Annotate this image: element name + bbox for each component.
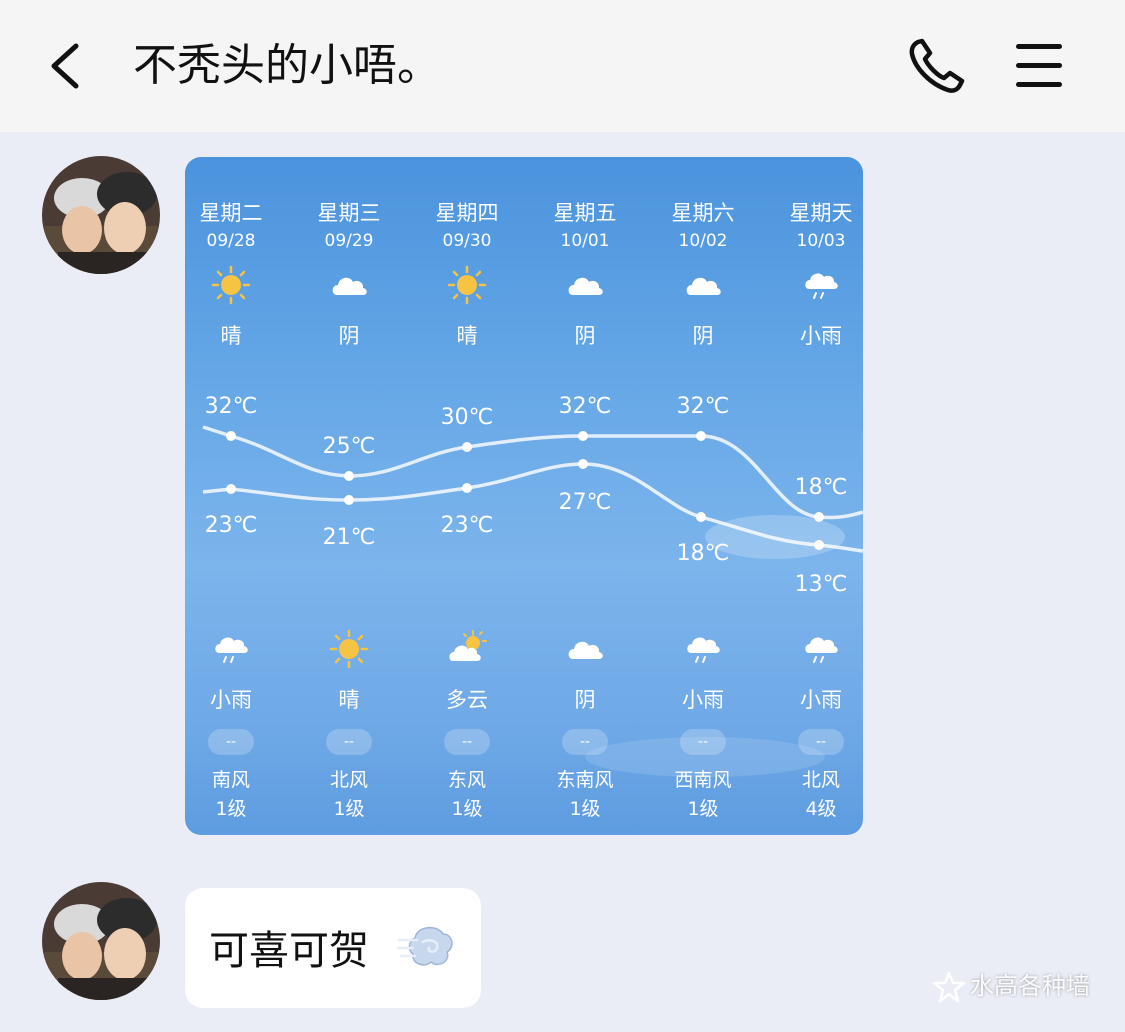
couple-avatar [42,156,160,274]
wind-level-label: 1级 [569,798,601,820]
condition-label: 小雨 [682,688,724,712]
high-temp-label: 32℃ [558,394,612,419]
wind-speed-pill: -- [444,729,490,755]
forecast-day: 星期天 10/03 小雨 18℃ 13℃ 小雨 -- 北风 4级 [762,157,863,835]
weekday-label: 星期二 [199,201,263,225]
chevron-left-icon [51,43,79,89]
date-label: 09/28 [206,231,256,251]
wind-direction-label: 西南风 [674,769,732,791]
cloud-icon [568,641,603,659]
wind-speed-pill: -- [798,729,844,755]
forecast-day: 星期六 10/02 阴 32℃ 18℃ 小雨 -- 西南风 1级 [644,157,762,835]
condition-label: 小雨 [800,324,842,348]
weekday-label: 星期六 [671,201,735,225]
partly-cloudy-icon [449,630,487,661]
condition-label: 阴 [692,324,714,348]
high-temp-label: 32℃ [676,394,730,419]
condition-label: 多云 [446,688,488,712]
wind-direction-label: 南风 [211,769,250,791]
weekday-label: 星期五 [553,201,617,225]
sun-icon [211,265,251,305]
condition-label: 晴 [456,324,478,348]
menu-button[interactable] [1010,38,1068,94]
wind-speed-pill: -- [326,729,372,755]
low-temp-label: 13℃ [794,572,848,597]
wind-level-label: 4级 [805,798,837,820]
wind-level-label: 1级 [451,798,483,820]
date-label: 10/01 [560,231,610,251]
condition-label: 晴 [338,688,360,712]
high-temp-label: 25℃ [322,434,376,459]
back-button[interactable] [38,36,94,96]
chat-title: 不秃头的小唔。 [133,40,441,91]
sun-icon [447,265,487,305]
star-logo-icon [932,971,966,1003]
condition-label: 阴 [574,324,596,348]
wind-direction-label: 东南风 [556,769,614,791]
condition-label: 小雨 [800,688,842,712]
hamburger-menu-icon [1016,44,1062,87]
low-temp-label: 23℃ [440,513,494,538]
low-temp-label: 27℃ [558,490,612,515]
sender-avatar[interactable] [42,156,160,274]
low-temp-label: 21℃ [322,525,376,550]
weekday-label: 星期天 [789,201,853,225]
cloud-rain-icon [805,273,838,299]
wind-direction-label: 北风 [801,769,840,791]
condition-label: 小雨 [210,688,252,712]
cloud-rain-icon [215,637,248,663]
wind-speed-pill: -- [208,729,254,755]
cloud-rain-icon [687,637,720,663]
condition-label: 阴 [338,324,360,348]
date-label: 09/29 [324,231,374,251]
forecast-day: 星期五 10/01 阴 32℃ 27℃ 阴 -- 东南风 1级 [526,157,644,835]
sun-icon [329,629,369,669]
watermark: 水高各种墙 [932,964,1090,1008]
text-message-bubble[interactable]: 可喜可贺 [185,888,481,1008]
dash-emoji-icon [397,926,453,966]
low-temp-label: 23℃ [204,513,258,538]
wind-level-label: 1级 [215,798,247,820]
wind-level-label: 1级 [333,798,365,820]
watermark-text: 水高各种墙 [970,972,1090,1000]
couple-avatar [42,882,160,1000]
high-temp-label: 30℃ [440,405,494,430]
condition-label: 阴 [574,688,596,712]
sender-avatar[interactable] [42,882,160,1000]
phone-icon [909,38,965,93]
wind-direction-label: 东风 [447,769,486,791]
cloud-icon [686,277,721,295]
forecast-day: 星期四 09/30 晴 30℃ 23℃ 多云 -- 东风 1级 [408,157,526,835]
cloud-icon [332,277,367,295]
weekday-label: 星期四 [435,201,499,225]
date-label: 10/03 [796,231,846,251]
wind-speed-pill: -- [562,729,608,755]
call-button[interactable] [904,36,968,96]
forecast-day: 星期二 09/28 晴 32℃ 23℃ 小雨 -- 南风 1级 [185,157,290,835]
cloud-icon [568,277,603,295]
high-temp-label: 18℃ [794,475,848,500]
chat-header: 不秃头的小唔。 [0,0,1125,132]
high-temp-label: 32℃ [204,394,258,419]
wind-speed-pill: -- [680,729,726,755]
wind-direction-label: 北风 [329,769,368,791]
condition-label: 晴 [220,324,242,348]
date-label: 10/02 [678,231,728,251]
wind-level-label: 1级 [687,798,719,820]
low-temp-label: 18℃ [676,541,730,566]
weekday-label: 星期三 [317,201,381,225]
forecast-day: 星期三 09/29 阴 25℃ 21℃ 晴 -- 北风 1级 [290,157,408,835]
weather-forecast-card[interactable]: 星期二 09/28 晴 32℃ 23℃ 小雨 -- 南风 1级 星期三 09/2… [185,157,863,835]
message-text: 可喜可贺 [209,928,369,974]
date-label: 09/30 [442,231,492,251]
cloud-rain-icon [805,637,838,663]
